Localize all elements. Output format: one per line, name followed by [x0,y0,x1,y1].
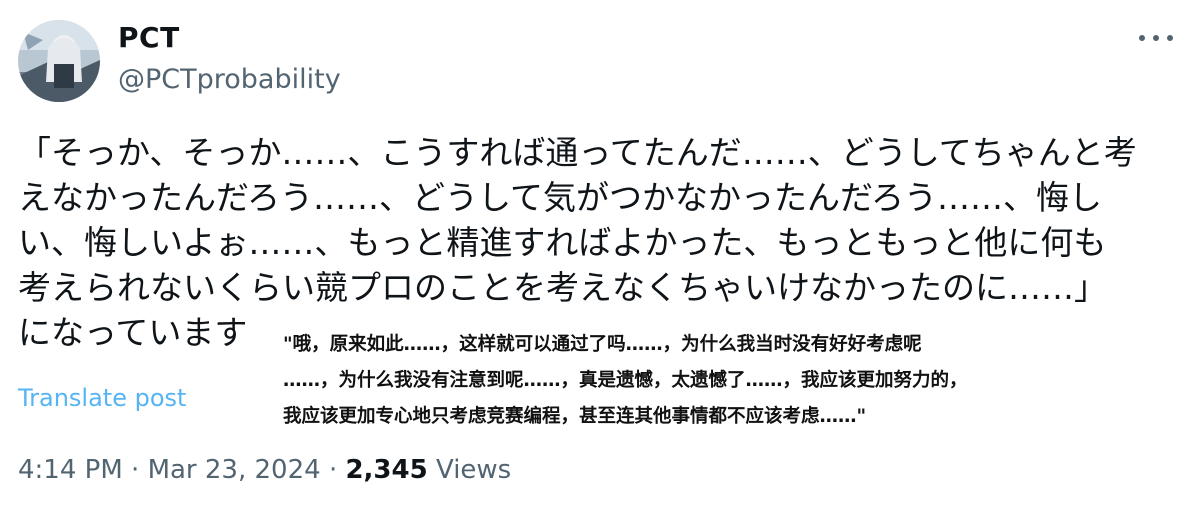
author-handle[interactable]: @PCTprobability [118,62,341,98]
translate-post-link[interactable]: Translate post [18,380,186,416]
post-text-line: えなかったんだろう……、どうして気がつかなかったんだろう……、悔し [18,178,1103,217]
author-display-name[interactable]: PCT [118,20,180,56]
meta-separator: · [131,455,140,485]
post-time[interactable]: 4:14 PM [18,455,123,485]
overlay-line: "哦，原来如此……，这样就可以通过了吗……，为什么我当时没有好好考虑呢 [283,334,922,355]
overlay-line: 我应该更加专心地只考虑竞赛编程，甚至连其他事情都不应该考虑……" [283,406,867,427]
post-date[interactable]: Mar 23, 2024 [148,455,321,485]
avatar-image [18,20,100,102]
meta-separator: · [328,455,338,485]
post-text-line: 「そっか、そっか……、こうすれば通ってたんだ……、どうしてちゃんと考 [18,133,1137,172]
more-horizontal-icon[interactable] [1139,28,1173,48]
post-text: 「そっか、そっか……、こうすれば通ってたんだ……、どうしてちゃんと考 えなかった… [18,130,1178,355]
post-meta: 4:14 PM · Mar 23, 2024 · 2,345 Views [18,450,511,490]
post-text-line: い、悔しいよぉ……、もっと精進すればよかった、もっともっと他に何も [18,223,1107,262]
post-text-line: 考えられないくらい競プロのことを考えなくちゃいけなかったのに……」 [18,268,1107,307]
more-dot [1153,35,1159,41]
views-count[interactable]: 2,345 [345,455,427,485]
views-label: Views [435,455,512,485]
more-dot [1167,35,1173,41]
translation-overlay: "哦，原来如此……，这样就可以通过了吗……，为什么我当时没有好好考虑呢 ……，为… [283,327,1163,435]
avatar[interactable] [18,20,100,102]
more-dot [1139,35,1145,41]
overlay-line: ……，为什么我没有注意到呢……，真是遗憾，太遗憾了……，我应该更加努力的， [283,370,968,391]
